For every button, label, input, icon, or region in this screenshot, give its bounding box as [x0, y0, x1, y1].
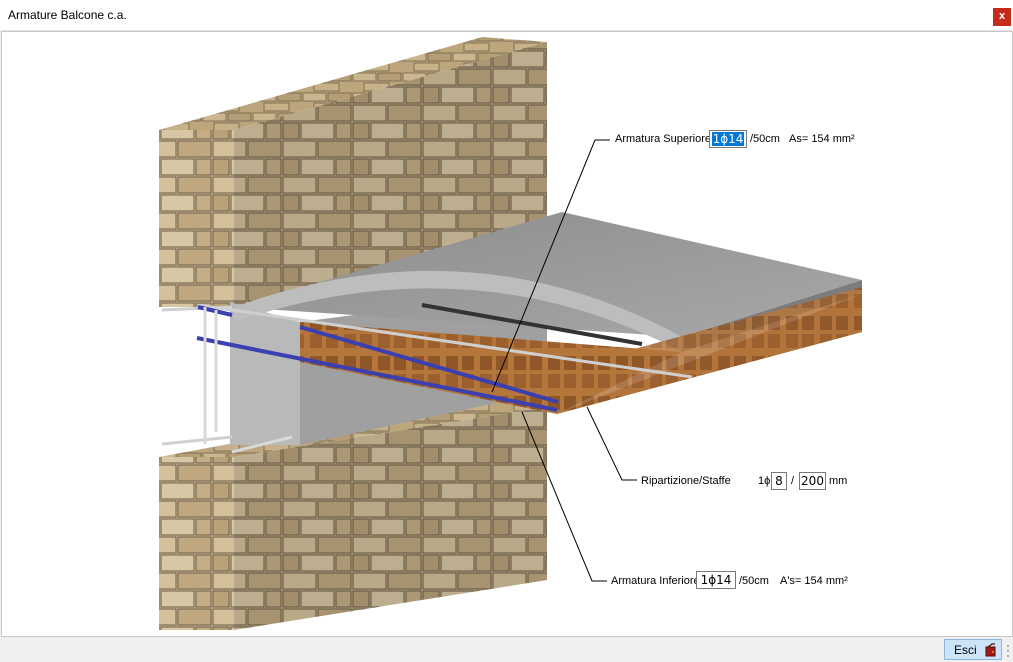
- illustration-canvas: Armatura Superiore 1ϕ14 /50cm As= 154 mm…: [1, 31, 1013, 637]
- close-button[interactable]: x: [993, 8, 1011, 26]
- armatura-inferiore-spacing: /50cm: [739, 575, 769, 587]
- armatura-inferiore-area: A's= 154 mm²: [780, 575, 848, 587]
- esci-button[interactable]: Esci: [944, 639, 1002, 660]
- title-bar: Armature Balcone c.a. x: [0, 0, 1013, 31]
- upper-wall-face: [159, 130, 234, 307]
- armatura-inferiore-input[interactable]: 1ϕ14: [696, 571, 736, 589]
- exit-door-icon: [985, 643, 996, 657]
- beam-face: [230, 302, 300, 445]
- ripartizione-count: 1ϕ: [758, 475, 771, 487]
- armatura-superiore-input[interactable]: 1ϕ14: [709, 130, 747, 148]
- esci-label: Esci: [954, 643, 977, 657]
- status-bar: [0, 637, 1013, 662]
- leader-ripartizione: [586, 406, 637, 481]
- close-icon: x: [998, 10, 1006, 22]
- ripartizione-unit: mm: [829, 475, 848, 487]
- ripartizione-diameter-input[interactable]: 8: [771, 472, 787, 490]
- window-title: Armature Balcone c.a.: [8, 8, 127, 22]
- ripartizione-spacing-input[interactable]: 200: [799, 472, 826, 490]
- armatura-superiore-area: As= 154 mm²: [789, 133, 855, 145]
- ripartizione-label: Ripartizione/Staffe: [641, 475, 731, 487]
- armatura-superiore-value: 1ϕ14: [711, 132, 745, 146]
- armatura-superiore-label: Armatura Superiore: [615, 133, 711, 145]
- armatura-superiore-spacing: /50cm: [750, 133, 780, 145]
- ripartizione-separator: /: [791, 475, 795, 487]
- balcony-section-illustration: [159, 37, 862, 630]
- resize-grip-icon[interactable]: [1006, 643, 1010, 659]
- armatura-inferiore-label: Armatura Inferiore: [611, 575, 700, 587]
- lower-wall-face: [159, 457, 234, 630]
